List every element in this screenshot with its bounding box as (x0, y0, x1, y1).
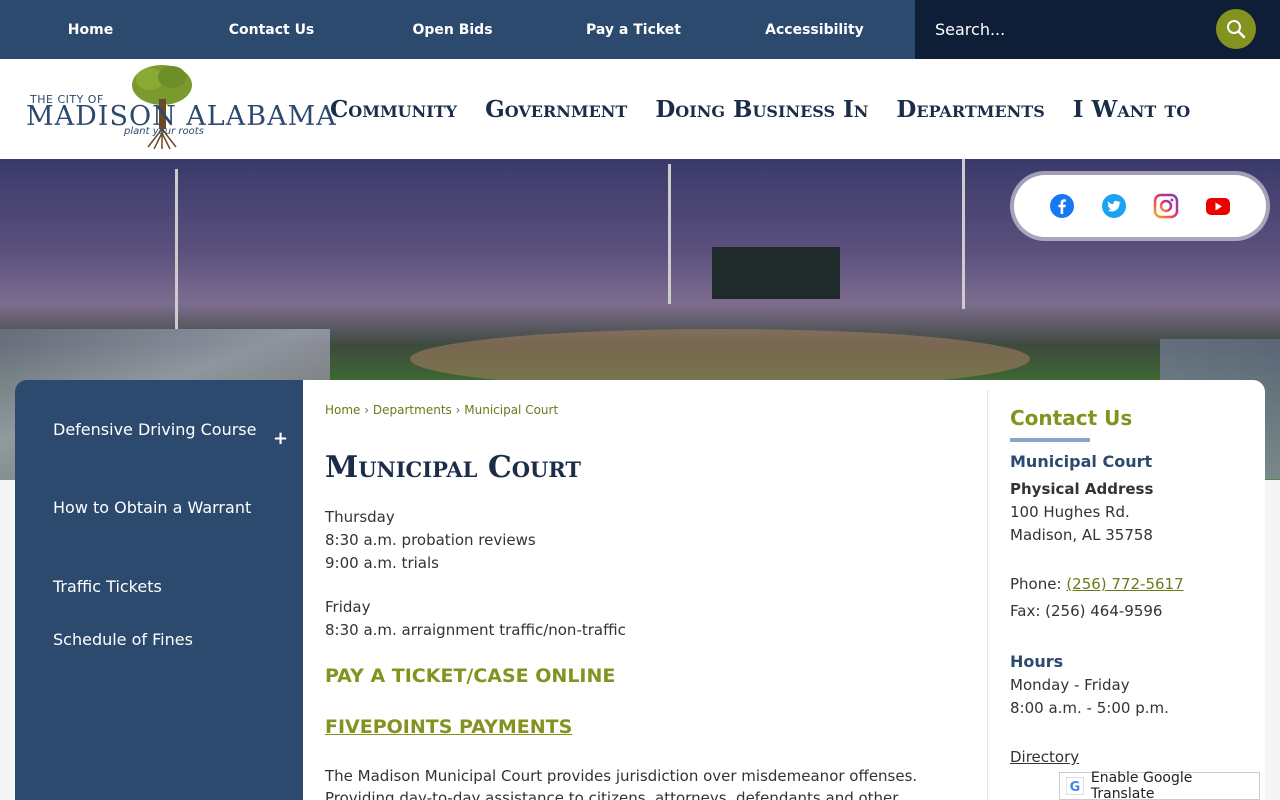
breadcrumb-current[interactable]: Municipal Court (464, 403, 558, 417)
svg-text:G: G (1070, 780, 1081, 795)
mainnav-community[interactable]: Community (330, 96, 457, 123)
expand-plus-icon[interactable]: + (273, 428, 288, 449)
court-schedule: Thursday 8:30 a.m. probation reviews 9:0… (325, 506, 626, 663)
address-line-1: 100 Hughes Rd. (1010, 503, 1130, 521)
youtube-icon[interactable] (1205, 193, 1231, 219)
hero-light-pole (668, 164, 671, 304)
sidebar-nav: Defensive Driving Course + How to Obtain… (15, 380, 303, 800)
translate-label: Enable Google Translate (1090, 770, 1193, 800)
main-content: Home › Departments › Municipal Court Mun… (303, 380, 1265, 800)
hours-days: Monday - Friday (1010, 676, 1130, 694)
breadcrumb-departments[interactable]: Departments (373, 403, 452, 417)
contact-heading: Contact Us (1010, 406, 1133, 430)
social-links (1014, 175, 1266, 237)
topnav-accessibility[interactable]: Accessibility (724, 0, 905, 59)
phone-label: Phone: (1010, 575, 1062, 593)
topnav-open-bids[interactable]: Open Bids (362, 0, 543, 59)
schedule-thursday: Thursday 8:30 a.m. probation reviews 9:0… (325, 506, 626, 575)
hero-light-pole (175, 169, 178, 329)
utility-nav: Home Contact Us Open Bids Pay a Ticket A… (0, 0, 915, 59)
address-line-2: Madison, AL 35758 (1010, 526, 1153, 544)
schedule-line: 9:00 a.m. trials (325, 554, 439, 572)
schedule-friday: Friday 8:30 a.m. arraignment traffic/non… (325, 596, 626, 642)
mainnav-government[interactable]: Government (485, 96, 627, 123)
contact-panel: Contact Us Municipal Court Physical Addr… (987, 390, 1247, 800)
phone-link[interactable]: (256) 772-5617 (1066, 575, 1183, 593)
hero-light-pole (962, 159, 965, 309)
logo-tagline: plant your roots (124, 126, 204, 137)
directory-link[interactable]: Directory (1010, 748, 1079, 766)
facebook-icon[interactable] (1049, 193, 1075, 219)
hours-heading: Hours (1010, 652, 1064, 671)
page-title: Municipal Court (325, 450, 582, 485)
mainnav-doing-business-in[interactable]: Doing Business In (655, 96, 868, 123)
google-translate-button[interactable]: G Enable Google Translate (1059, 770, 1260, 800)
utility-bar: Home Contact Us Open Bids Pay a Ticket A… (0, 0, 1280, 59)
heading-underline (1010, 438, 1090, 442)
schedule-day: Thursday (325, 508, 395, 526)
instagram-icon[interactable] (1153, 193, 1179, 219)
mainnav-i-want-to[interactable]: I Want to (1073, 96, 1190, 123)
google-g-icon: G (1066, 777, 1084, 795)
hero-scoreboard (712, 247, 840, 299)
hours-time: 8:00 a.m. - 5:00 p.m. (1010, 699, 1169, 717)
contact-department: Municipal Court (1010, 452, 1153, 471)
city-logo[interactable]: THE CITY OF MADISON ALABAMA plant your r… (26, 63, 336, 155)
site-header: THE CITY OF MADISON ALABAMA plant your r… (0, 59, 1280, 159)
mainnav-departments[interactable]: Departments (896, 96, 1044, 123)
breadcrumb: Home › Departments › Municipal Court (325, 403, 558, 417)
schedule-day: Friday (325, 598, 371, 616)
schedule-line: 8:30 a.m. probation reviews (325, 531, 536, 549)
main-nav: Community Government Doing Business In D… (330, 59, 1190, 159)
search-input[interactable] (915, 0, 1205, 59)
address-label: Physical Address (1010, 480, 1154, 498)
fax-line: Fax: (256) 464-9596 (1010, 602, 1163, 620)
sidebar-item-traffic-tickets[interactable]: Traffic Tickets (53, 574, 263, 599)
search-icon (1227, 20, 1246, 39)
court-description: The Madison Municipal Court provides jur… (325, 767, 918, 800)
topnav-pay-a-ticket[interactable]: Pay a Ticket (543, 0, 724, 59)
sidebar-item-defensive-driving[interactable]: Defensive Driving Course (53, 417, 263, 442)
breadcrumb-home[interactable]: Home (325, 403, 360, 417)
pay-ticket-online-link[interactable]: PAY A TICKET/CASE ONLINE (325, 665, 615, 687)
sidebar-item-schedule-of-fines[interactable]: Schedule of Fines (53, 627, 263, 652)
topnav-contact-us[interactable]: Contact Us (181, 0, 362, 59)
breadcrumb-separator: › (455, 403, 461, 417)
schedule-line: 8:30 a.m. arraignment traffic/non-traffi… (325, 621, 626, 639)
search-button[interactable] (1216, 9, 1256, 49)
fivepoints-payments-link[interactable]: FIVEPOINTS PAYMENTS (325, 716, 572, 738)
sidebar-item-obtain-warrant[interactable]: How to Obtain a Warrant (53, 495, 263, 520)
twitter-icon[interactable] (1101, 193, 1127, 219)
phone-row: Phone: (256) 772-5617 (1010, 575, 1184, 593)
breadcrumb-separator: › (364, 403, 370, 417)
topnav-home[interactable]: Home (0, 0, 181, 59)
